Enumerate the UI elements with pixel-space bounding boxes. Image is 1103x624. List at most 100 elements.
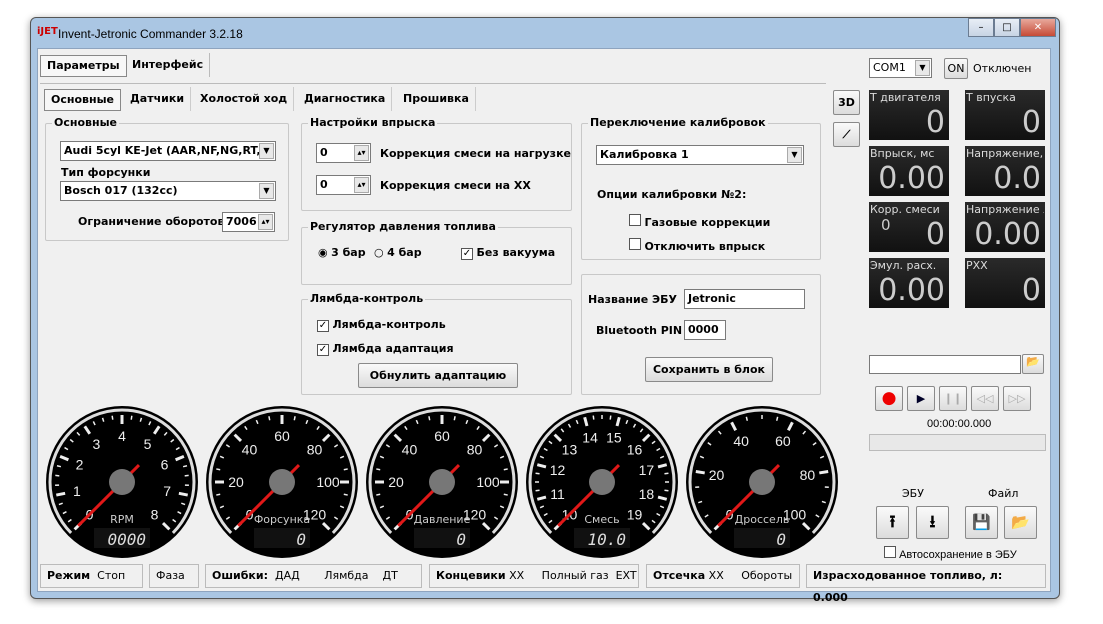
gauge-name: Дроссель bbox=[735, 513, 790, 526]
gauge-hub bbox=[429, 469, 455, 495]
gauge-tick-label: 6 bbox=[161, 456, 169, 472]
gauge-tick-label: 80 bbox=[800, 467, 816, 483]
gauge-tick-label: 2 bbox=[76, 456, 84, 472]
gauge-tick-label: 80 bbox=[307, 441, 323, 457]
cutoff-idle: XX bbox=[708, 569, 724, 582]
gauge-tick bbox=[819, 470, 829, 475]
gauges-panel: 012345678RPM0000020406080100120Форсунка0… bbox=[46, 406, 838, 558]
gauge-tick bbox=[535, 472, 540, 475]
gauge-tick bbox=[592, 415, 595, 420]
gauge-tick-label: 100 bbox=[476, 474, 500, 490]
gauge-tick bbox=[111, 415, 114, 420]
gauge-display-value: 0 bbox=[776, 530, 786, 549]
fuel-used-status: Израсходованное топливо, л: 0.000 bbox=[806, 564, 1046, 604]
gauge-tick-label: 18 bbox=[639, 486, 655, 502]
mode-status: Режим Стоп bbox=[40, 564, 143, 588]
gauge-tick-label: 20 bbox=[709, 467, 725, 483]
gauge-tick bbox=[428, 416, 431, 421]
gauge-display-value: 0 bbox=[296, 530, 306, 549]
limit-full-throttle: Полный газ bbox=[541, 569, 609, 582]
fuel-used-value: 0.000 bbox=[813, 591, 848, 604]
gauge-hub bbox=[589, 469, 615, 495]
gauge-name: RPM bbox=[110, 513, 134, 526]
gauge-tick-label: 60 bbox=[434, 428, 450, 444]
gauge-display-value: 0 bbox=[456, 530, 466, 549]
gauge-tick-label: 4 bbox=[118, 428, 126, 444]
gauge: 10111213141516171819Смесь10.0 bbox=[526, 406, 678, 558]
gauge-tick-label: 8 bbox=[151, 507, 159, 523]
gauge: 020406080100120Давление0 bbox=[366, 406, 518, 558]
gauge-tick bbox=[745, 416, 749, 421]
gauge: 020406080100Дроссель0 bbox=[686, 406, 838, 558]
gauge-tick bbox=[609, 415, 612, 420]
error-map: ДАД bbox=[275, 569, 300, 582]
gauge-tick bbox=[376, 493, 381, 496]
cutoff-rpm: Обороты bbox=[741, 569, 793, 582]
gauge-tick bbox=[503, 468, 508, 471]
gauge-tick-label: 40 bbox=[242, 441, 258, 457]
gauge-tick bbox=[343, 468, 348, 471]
fuel-used-label: Израсходованное топливо, л: bbox=[813, 569, 1003, 582]
gauge-tick-label: 100 bbox=[316, 474, 340, 490]
gauge: 012345678RPM0000 bbox=[46, 406, 198, 558]
limit-ext: EXT bbox=[615, 569, 637, 582]
gauge-tick-label: 11 bbox=[550, 486, 565, 502]
gauge-tick-label: 12 bbox=[550, 462, 566, 478]
limit-switches-status: Концевики XX Полный газ EXT bbox=[429, 564, 639, 588]
gauge-tick-label: 19 bbox=[627, 507, 643, 523]
gauge-tick-label: 5 bbox=[144, 436, 152, 452]
gauge-tick bbox=[535, 489, 540, 492]
errors-status: Ошибки: ДАД Лямбда ДТ bbox=[205, 564, 422, 588]
gauge-tick-label: 80 bbox=[467, 441, 483, 457]
gauge-tick-label: 13 bbox=[562, 441, 578, 457]
gauge-tick bbox=[453, 416, 456, 421]
error-lambda: Лямбда bbox=[324, 569, 369, 582]
gauge-name: Форсунка bbox=[254, 513, 310, 526]
gauge-tick bbox=[55, 491, 66, 497]
gauge-display-value: 10.0 bbox=[587, 530, 626, 549]
gauge-tick-label: 16 bbox=[627, 441, 643, 457]
phase-indicator: Фаза bbox=[149, 564, 199, 588]
gauge-tick bbox=[664, 472, 669, 475]
gauge-tick-label: 1 bbox=[73, 483, 81, 499]
gauge-tick bbox=[216, 493, 221, 496]
gauge-tick-label: 20 bbox=[388, 474, 404, 490]
error-tps: ДТ bbox=[382, 569, 398, 582]
gauge-tick-label: 40 bbox=[733, 433, 749, 449]
cutoff-label: Отсечка bbox=[653, 569, 706, 582]
gauge-tick-label: 60 bbox=[274, 428, 290, 444]
gauge-tick-label: 14 bbox=[582, 430, 598, 446]
gauge-tick bbox=[503, 493, 508, 496]
gauge-tick bbox=[178, 491, 189, 497]
gauge-tick-label: 15 bbox=[606, 430, 622, 446]
gauge-tick bbox=[130, 415, 133, 420]
limit-switches-label: Концевики bbox=[436, 569, 506, 582]
cutoff-status: Отсечка XX Обороты bbox=[646, 564, 800, 588]
mode-value: Стоп bbox=[97, 569, 126, 582]
gauge-tick bbox=[268, 416, 271, 421]
errors-label: Ошибки: bbox=[212, 569, 268, 582]
gauge-tick bbox=[376, 468, 381, 471]
gauge-tick bbox=[56, 464, 62, 468]
gauge-tick bbox=[216, 468, 221, 471]
gauge-name: Смесь bbox=[584, 513, 619, 526]
gauge-tick bbox=[664, 489, 669, 492]
gauge-tick-label: 7 bbox=[163, 483, 171, 499]
gauge-tick bbox=[343, 493, 348, 496]
mode-label: Режим bbox=[47, 569, 91, 582]
gauge-tick-label: 3 bbox=[93, 436, 101, 452]
gauge: 020406080100120Форсунка0 bbox=[206, 406, 358, 558]
gauge-hub bbox=[109, 469, 135, 495]
gauge-display-value: 0000 bbox=[107, 530, 146, 549]
gauge-tick-label: 40 bbox=[402, 441, 418, 457]
gauge-name: Давление bbox=[414, 513, 471, 526]
gauge-tick bbox=[695, 470, 705, 475]
gauge-hub bbox=[269, 469, 295, 495]
limit-idle: XX bbox=[509, 569, 525, 582]
gauge-hub bbox=[749, 469, 775, 495]
gauge-tick-label: 20 bbox=[228, 474, 244, 490]
gauge-tick-label: 60 bbox=[775, 433, 791, 449]
gauge-tick-label: 17 bbox=[639, 462, 655, 478]
gauge-tick bbox=[775, 416, 779, 421]
gauge-tick bbox=[182, 464, 188, 468]
